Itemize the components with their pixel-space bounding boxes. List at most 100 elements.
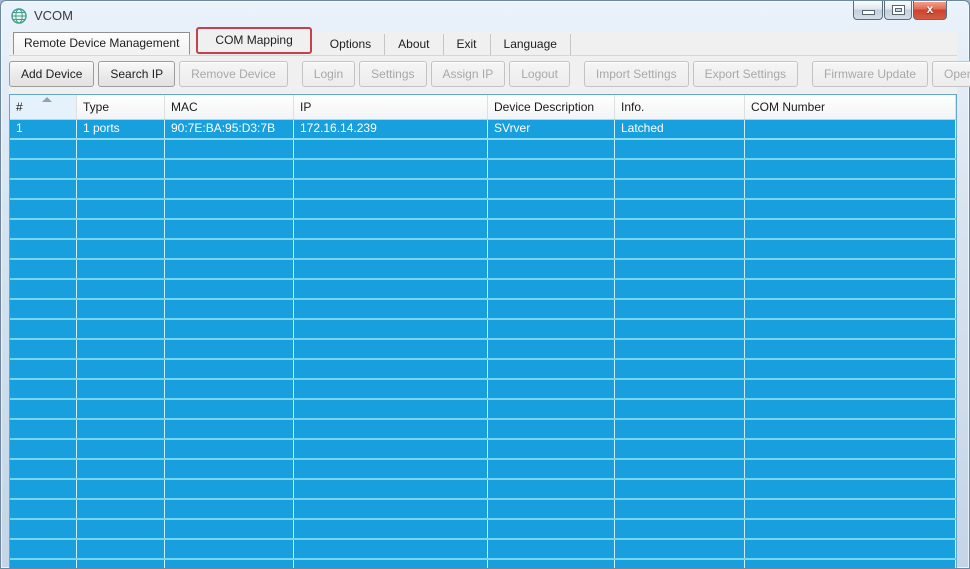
table-cell-mac (165, 440, 294, 458)
table-cell- (10, 440, 77, 458)
table-cell-device-description (488, 200, 615, 218)
column-header-mac[interactable]: MAC (165, 95, 294, 119)
table-cell-info (615, 260, 745, 278)
table-cell-mac (165, 480, 294, 498)
minimize-button[interactable] (853, 1, 883, 20)
table-cell-type (77, 240, 165, 258)
table-cell-type (77, 360, 165, 378)
table-cell- (10, 220, 77, 238)
table-cell-mac (165, 180, 294, 198)
table-cell-ip (294, 400, 488, 418)
table-cell-com-number (745, 220, 956, 238)
table-cell-type (77, 260, 165, 278)
column-header-[interactable]: # (10, 95, 77, 119)
table-cell-device-description (488, 180, 615, 198)
tab-com-mapping[interactable]: COM Mapping (202, 30, 305, 51)
tab-bar: Remote Device Management COM Mapping Optio… (9, 27, 957, 56)
column-header-info[interactable]: Info. (615, 95, 745, 119)
table-row-device[interactable]: 11 ports 90:7E:BA:95:D3:7B 172.16.14.239 SV… (10, 120, 956, 140)
table-cell-mac (165, 420, 294, 438)
device-table: # Type MAC IP Device Description Info. COM Num… (9, 94, 957, 568)
table-cell-ip: 172.16.14.239 (294, 120, 488, 138)
table-cell-device-description (488, 480, 615, 498)
table-row-empty (10, 480, 956, 500)
tab-options[interactable]: Options (317, 34, 386, 55)
table-cell-mac (165, 300, 294, 318)
table-cell-type (77, 460, 165, 478)
table-cell-info (615, 280, 745, 298)
client-area: Remote Device Management COM Mapping Optio… (9, 27, 970, 568)
window-title: VCOM (34, 8, 73, 23)
table-cell-com-number (745, 540, 956, 558)
table-cell-info (615, 560, 745, 568)
title-bar[interactable]: VCOM x (1, 1, 969, 31)
table-cell-ip (294, 320, 488, 338)
table-cell-ip (294, 160, 488, 178)
table-cell- (10, 540, 77, 558)
firmware-update-button[interactable]: Firmware Update (812, 61, 929, 87)
table-cell-com-number (745, 460, 956, 478)
table-cell-mac: 90:7E:BA:95:D3:7B (165, 120, 294, 138)
table-cell-type: 1 ports (77, 120, 165, 138)
table-cell-type (77, 540, 165, 558)
add-device-button[interactable]: Add Device (9, 61, 95, 87)
table-cell-ip (294, 460, 488, 478)
close-button[interactable]: x (913, 1, 947, 20)
table-cell-ip (294, 220, 488, 238)
table-cell-ip (294, 500, 488, 518)
table-cell-device-description (488, 380, 615, 398)
table-cell-info (615, 420, 745, 438)
tab-about[interactable]: About (385, 34, 444, 55)
column-header-device-description[interactable]: Device Description (488, 95, 615, 119)
table-cell- (10, 240, 77, 258)
table-cell-com-number (745, 360, 956, 378)
table-row-empty (10, 540, 956, 560)
table-cell- (10, 380, 77, 398)
settings-button[interactable]: Settings (359, 61, 427, 87)
table-row-empty (10, 160, 956, 180)
column-header-label: COM Number (751, 100, 826, 114)
tab-language[interactable]: Language (491, 34, 571, 55)
open-in-browser-button[interactable]: Open in Browser (932, 61, 970, 87)
assign-ip-button[interactable]: Assign IP (430, 61, 506, 87)
table-cell-ip (294, 480, 488, 498)
table-body: 11 ports 90:7E:BA:95:D3:7B 172.16.14.239 SV… (10, 120, 956, 568)
table-cell- (10, 180, 77, 198)
table-cell-device-description: SVrver (488, 120, 615, 138)
table-cell-mac (165, 520, 294, 538)
table-row-empty (10, 180, 956, 200)
column-header-label: IP (300, 100, 312, 114)
table-row-empty (10, 220, 956, 240)
table-cell-mac (165, 200, 294, 218)
login-button[interactable]: Login (301, 61, 356, 87)
column-header-type[interactable]: Type (77, 95, 165, 119)
import-settings-button[interactable]: Import Settings (583, 61, 689, 87)
column-header-ip[interactable]: IP (294, 95, 488, 119)
table-cell-com-number (745, 160, 956, 178)
table-cell-device-description (488, 520, 615, 538)
table-cell-mac (165, 500, 294, 518)
tab-remote-device-management[interactable]: Remote Device Management (13, 32, 191, 55)
table-cell-device-description (488, 400, 615, 418)
column-header-com-number[interactable]: COM Number (745, 95, 956, 119)
export-settings-button[interactable]: Export Settings (692, 61, 798, 87)
close-icon: x (926, 2, 934, 16)
table-cell-device-description (488, 500, 615, 518)
table-cell-ip (294, 340, 488, 358)
table-row-empty (10, 300, 956, 320)
table-cell-ip (294, 280, 488, 298)
vcom-window: VCOM x Remote Device Management COM Mappi… (0, 0, 970, 569)
table-cell- (10, 460, 77, 478)
logout-button[interactable]: Logout (509, 61, 570, 87)
table-cell-type (77, 400, 165, 418)
table-cell- (10, 480, 77, 498)
table-cell-ip (294, 440, 488, 458)
table-cell-info (615, 380, 745, 398)
remove-device-button[interactable]: Remove Device (179, 61, 288, 87)
tab-exit[interactable]: Exit (444, 34, 491, 55)
maximize-button[interactable] (884, 1, 912, 20)
search-ip-button[interactable]: Search IP (98, 61, 176, 87)
table-row-empty (10, 520, 956, 540)
table-cell-ip (294, 260, 488, 278)
table-row-empty (10, 400, 956, 420)
